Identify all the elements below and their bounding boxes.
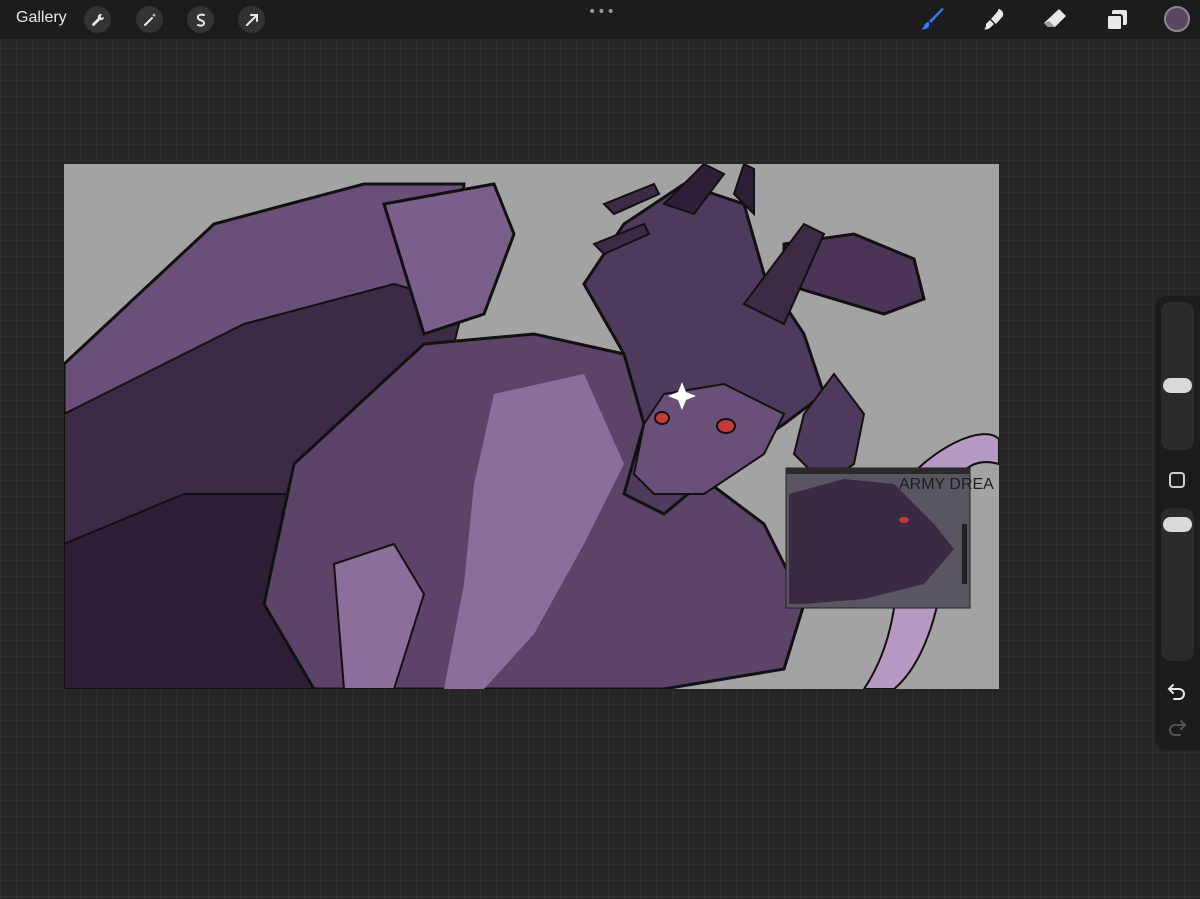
redo-icon[interactable] xyxy=(1166,716,1188,738)
brush-opacity-thumb[interactable] xyxy=(1163,517,1192,532)
more-options-handle[interactable]: ••• xyxy=(588,4,616,20)
wrench-icon xyxy=(91,13,104,26)
brush-icon xyxy=(921,8,944,30)
top-toolbar: Gallery ••• xyxy=(0,0,1200,39)
selection-button[interactable] xyxy=(187,6,214,33)
modify-button[interactable] xyxy=(1169,472,1185,488)
eraser-tool-button[interactable] xyxy=(1040,5,1070,35)
smudge-icon xyxy=(984,9,1004,30)
eraser-icon xyxy=(1044,9,1066,27)
adjustments-button[interactable] xyxy=(136,6,163,33)
brush-tool-button[interactable] xyxy=(918,5,948,35)
selection-icon xyxy=(196,13,205,27)
brush-sidebar xyxy=(1155,296,1200,750)
brush-size-slider[interactable] xyxy=(1161,302,1194,450)
transform-arrow-icon xyxy=(245,13,258,26)
layers-button[interactable] xyxy=(1102,5,1132,35)
brush-size-thumb[interactable] xyxy=(1163,378,1192,393)
gallery-button[interactable]: Gallery xyxy=(16,9,67,27)
reference-image-inset: ARMY DREA xyxy=(785,467,994,609)
magic-wand-icon xyxy=(143,12,156,26)
brush-opacity-slider[interactable] xyxy=(1161,508,1194,661)
undo-icon[interactable] xyxy=(1166,680,1188,702)
transform-button[interactable] xyxy=(238,6,265,33)
color-picker-button[interactable] xyxy=(1164,6,1190,32)
layers-icon xyxy=(1106,10,1127,31)
inset-handwriting: ARMY DREA xyxy=(899,476,994,493)
drawing-canvas[interactable]: ARMY DREA xyxy=(64,164,999,689)
smudge-tool-button[interactable] xyxy=(979,5,1009,35)
dragon-artwork: ARMY DREA xyxy=(64,164,999,689)
actions-button[interactable] xyxy=(84,6,111,33)
